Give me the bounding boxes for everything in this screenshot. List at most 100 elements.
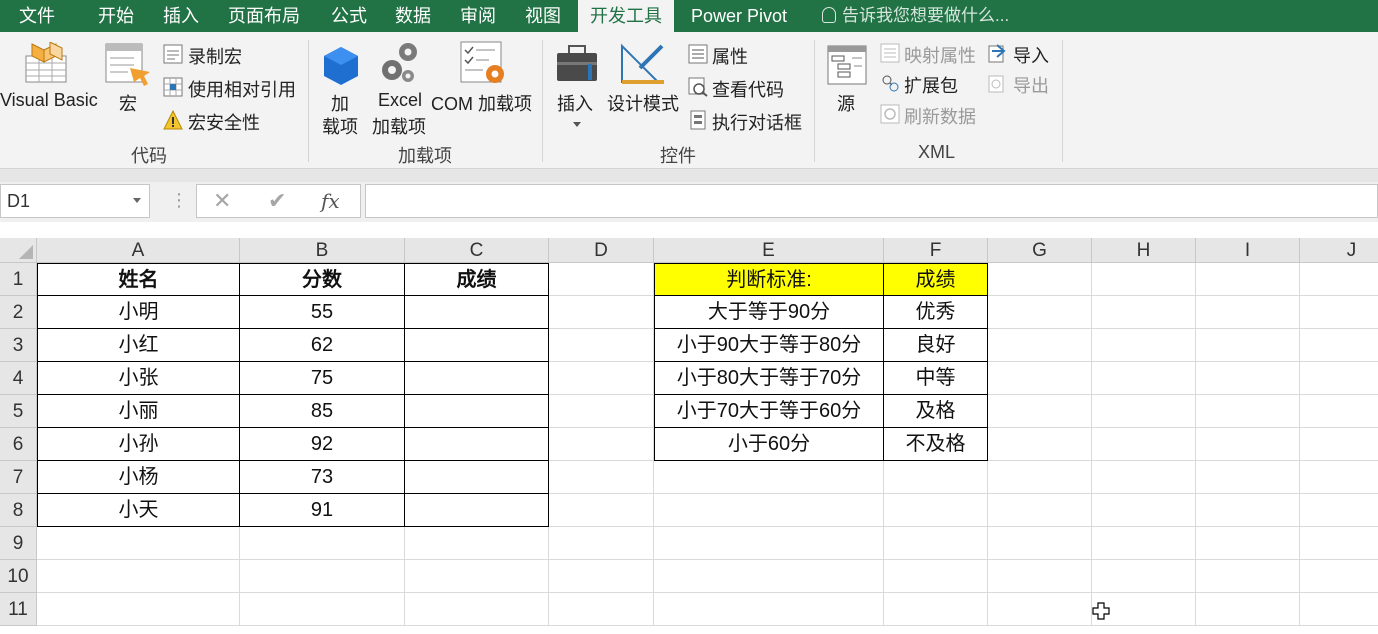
cell-j5[interactable] [1300,395,1378,428]
cell-j9[interactable] [1300,527,1378,560]
cell-f9[interactable] [884,527,988,560]
row-header-5[interactable]: 5 [0,395,37,428]
row-header-3[interactable]: 3 [0,329,37,362]
chevron-down-icon[interactable] [133,198,141,203]
cell-d4[interactable] [549,362,654,395]
cell-g4[interactable] [988,362,1092,395]
cell-h6[interactable] [1092,428,1196,461]
cell-d2[interactable] [549,296,654,329]
cell-i1[interactable] [1196,263,1300,296]
view-code-button[interactable]: 查看代码 [712,76,784,102]
cell-h9[interactable] [1092,527,1196,560]
cell-i2[interactable] [1196,296,1300,329]
cell-j1[interactable] [1300,263,1378,296]
cell-c5[interactable] [405,395,549,428]
insert-control-button[interactable]: 插入 [557,90,593,116]
tab-home[interactable]: 开始 [98,0,134,32]
cell-j4[interactable] [1300,362,1378,395]
cell-a2[interactable]: 小明 [37,296,240,329]
cell-f4[interactable]: 中等 [884,362,988,395]
cell-h7[interactable] [1092,461,1196,494]
cell-a9[interactable] [37,527,240,560]
cell-h4[interactable] [1092,362,1196,395]
cell-i6[interactable] [1196,428,1300,461]
row-header-7[interactable]: 7 [0,461,37,494]
cell-d1[interactable] [549,263,654,296]
cell-f5[interactable]: 及格 [884,395,988,428]
cell-i5[interactable] [1196,395,1300,428]
cell-c10[interactable] [405,560,549,593]
cell-d3[interactable] [549,329,654,362]
tell-me-search[interactable]: 告诉我您想要做什么... [822,0,1009,32]
cell-c4[interactable] [405,362,549,395]
formula-bar-resize-handle[interactable]: ⋮ [170,190,188,211]
cell-c1[interactable]: 成绩 [405,263,549,296]
com-addins-button[interactable]: COM 加载项 [431,90,532,116]
cell-f3[interactable]: 良好 [884,329,988,362]
cell-j3[interactable] [1300,329,1378,362]
enter-icon[interactable]: ✔ [268,185,286,217]
cell-g5[interactable] [988,395,1092,428]
cell-f10[interactable] [884,560,988,593]
cell-h3[interactable] [1092,329,1196,362]
cell-e3[interactable]: 小于90大于等于80分 [654,329,884,362]
cell-i4[interactable] [1196,362,1300,395]
column-header-j[interactable]: J [1300,238,1378,263]
cell-h10[interactable] [1092,560,1196,593]
run-dialog-button[interactable]: 执行对话框 [712,109,802,135]
tab-page-layout[interactable]: 页面布局 [228,0,300,32]
tab-developer[interactable]: 开发工具 [578,0,674,34]
use-relative-reference-button[interactable]: 使用相对引用 [188,76,296,102]
row-header-10[interactable]: 10 [0,560,37,593]
cell-c11[interactable] [405,593,549,626]
excel-addins-button[interactable]: Excel [378,90,422,111]
cell-g6[interactable] [988,428,1092,461]
cell-j6[interactable] [1300,428,1378,461]
cell-j11[interactable] [1300,593,1378,626]
design-mode-button[interactable]: 设计模式 [607,90,679,116]
cell-f11[interactable] [884,593,988,626]
cell-j10[interactable] [1300,560,1378,593]
cell-g7[interactable] [988,461,1092,494]
column-header-g[interactable]: G [988,238,1092,263]
cell-h1[interactable] [1092,263,1196,296]
row-header-8[interactable]: 8 [0,494,37,527]
cell-j7[interactable] [1300,461,1378,494]
properties-button[interactable]: 属性 [712,43,748,69]
cell-g9[interactable] [988,527,1092,560]
cell-e4[interactable]: 小于80大于等于70分 [654,362,884,395]
tab-data[interactable]: 数据 [395,0,431,32]
cell-h8[interactable] [1092,494,1196,527]
cell-c9[interactable] [405,527,549,560]
cell-e6[interactable]: 小于60分 [654,428,884,461]
formula-input[interactable] [365,184,1378,218]
row-header-1[interactable]: 1 [0,263,37,296]
cell-j2[interactable] [1300,296,1378,329]
cell-b9[interactable] [240,527,405,560]
cell-a10[interactable] [37,560,240,593]
cell-e7[interactable] [654,461,884,494]
column-header-b[interactable]: B [240,238,405,263]
cell-d6[interactable] [549,428,654,461]
cell-b1[interactable]: 分数 [240,263,405,296]
cell-b4[interactable]: 75 [240,362,405,395]
cell-a1[interactable]: 姓名 [37,263,240,296]
row-header-11[interactable]: 11 [0,593,37,626]
row-header-6[interactable]: 6 [0,428,37,461]
row-header-2[interactable]: 2 [0,296,37,329]
cell-d10[interactable] [549,560,654,593]
cell-e5[interactable]: 小于70大于等于60分 [654,395,884,428]
cell-a7[interactable]: 小杨 [37,461,240,494]
cell-i7[interactable] [1196,461,1300,494]
cell-b5[interactable]: 85 [240,395,405,428]
select-all-button[interactable] [0,238,37,263]
import-button[interactable]: 导入 [1013,42,1049,68]
cell-e1[interactable]: 判断标准: [654,263,884,296]
cell-c7[interactable] [405,461,549,494]
cell-b8[interactable]: 91 [240,494,405,527]
cell-i3[interactable] [1196,329,1300,362]
export-button[interactable]: 导出 [1013,72,1049,98]
cell-b10[interactable] [240,560,405,593]
cell-a4[interactable]: 小张 [37,362,240,395]
cell-f6[interactable]: 不及格 [884,428,988,461]
